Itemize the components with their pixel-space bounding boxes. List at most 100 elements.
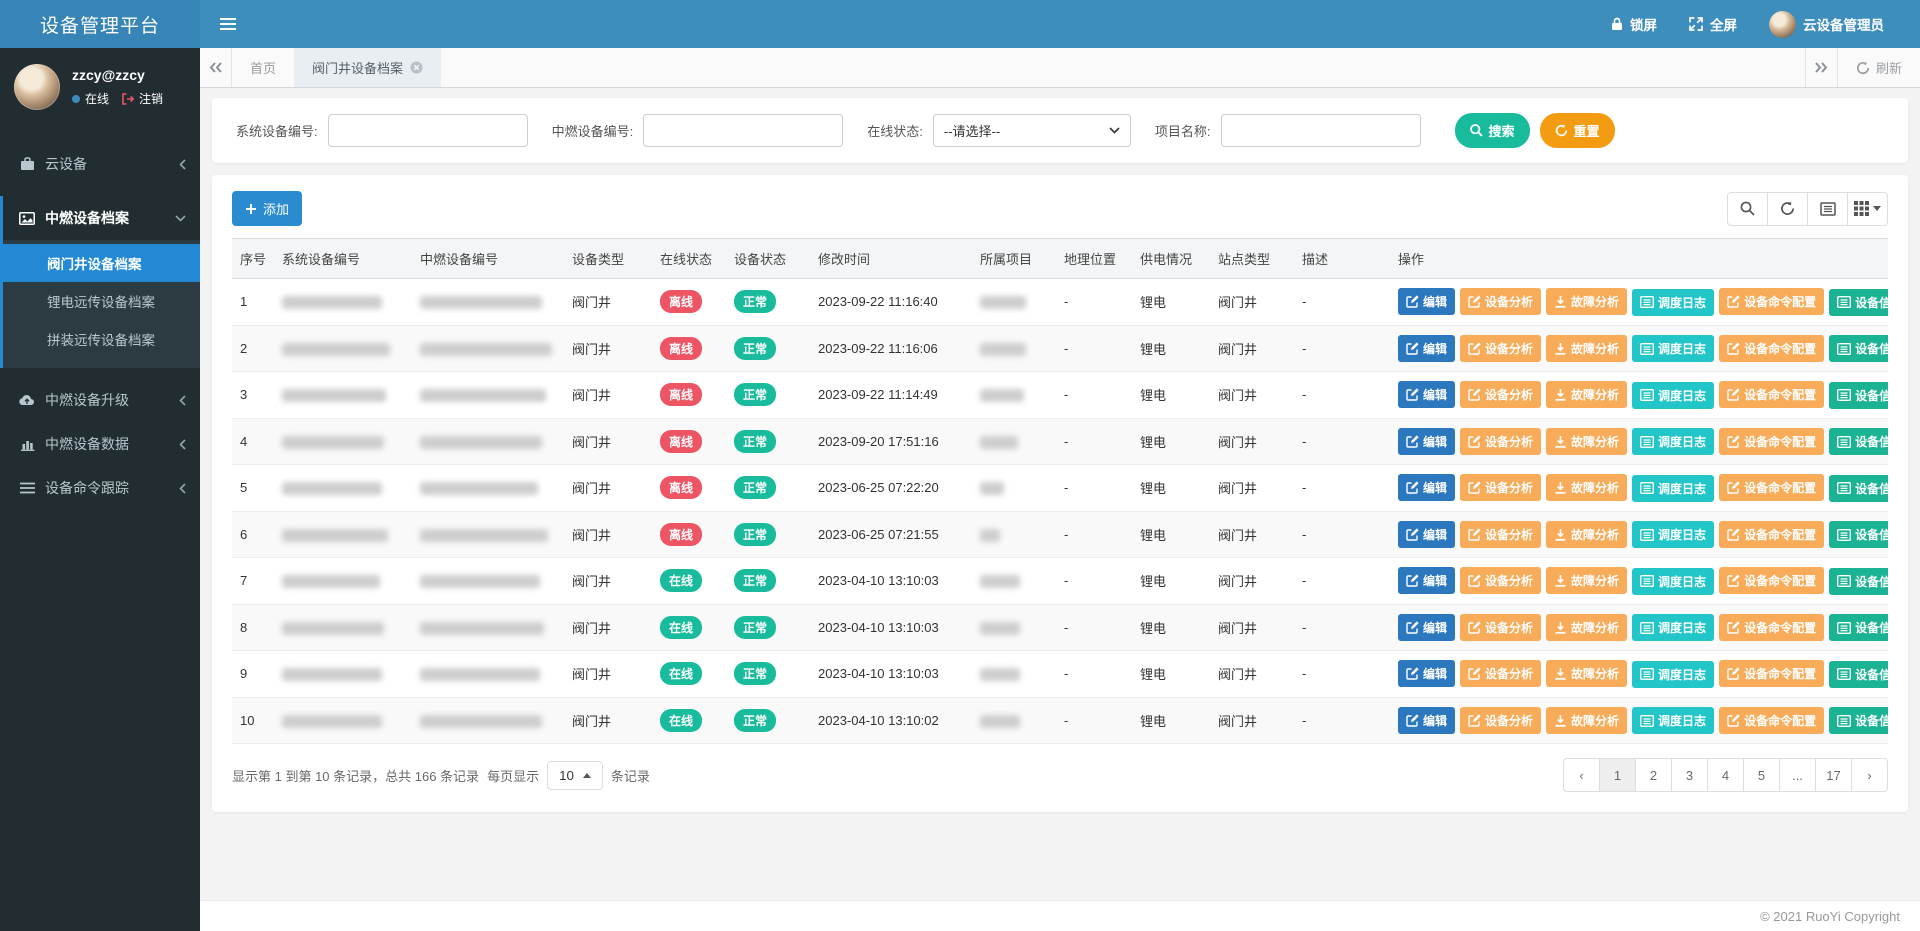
system-device-no-field[interactable] (328, 114, 528, 147)
edit-button[interactable]: 编辑 (1398, 288, 1455, 315)
table-columns-button[interactable] (1847, 192, 1888, 226)
edit-button[interactable]: 编辑 (1398, 567, 1455, 594)
sidebar-item-cloud-device[interactable]: 云设备 (3, 142, 200, 186)
dispatch-log-button[interactable]: 调度日志 (1632, 289, 1714, 316)
dispatch-log-button[interactable]: 调度日志 (1632, 614, 1714, 641)
device-info-button[interactable]: 设备信息 (1829, 614, 1888, 641)
per-page-select[interactable]: 10 (547, 761, 603, 790)
device-command-config-button[interactable]: 设备命令配置 (1719, 474, 1824, 501)
tabs-scroll-left-button[interactable] (200, 48, 232, 87)
previous-page-button[interactable]: ‹ (1563, 758, 1600, 792)
page-button-5[interactable]: 5 (1743, 758, 1780, 792)
app-logo[interactable]: 设备管理平台 (0, 0, 200, 48)
device-command-config-button[interactable]: 设备命令配置 (1719, 428, 1824, 455)
user-menu[interactable]: 云设备管理员 (1753, 0, 1900, 48)
fault-analysis-button[interactable]: 故障分析 (1546, 567, 1627, 594)
fault-analysis-button[interactable]: 故障分析 (1546, 428, 1627, 455)
sidebar-item-zhongran-device-archive[interactable]: 中燃设备档案 (3, 196, 200, 240)
device-analysis-button[interactable]: 设备分析 (1460, 428, 1541, 455)
edit-button[interactable]: 编辑 (1398, 474, 1455, 501)
dispatch-log-button[interactable]: 调度日志 (1632, 568, 1714, 595)
fault-analysis-button[interactable]: 故障分析 (1546, 521, 1627, 548)
edit-button[interactable]: 编辑 (1398, 614, 1455, 641)
sidebar-item-zhongran-device-data[interactable]: 中燃设备数据 (3, 422, 200, 466)
edit-button[interactable]: 编辑 (1398, 707, 1455, 734)
device-command-config-button[interactable]: 设备命令配置 (1719, 335, 1824, 362)
next-page-button[interactable]: › (1851, 758, 1888, 792)
tab-valve-well-archive[interactable]: 阀门井设备档案 (294, 48, 441, 87)
device-info-button[interactable]: 设备信息 (1829, 521, 1888, 548)
sidebar-subitem-lithium-remote-archive[interactable]: 锂电远传设备档案 (3, 282, 200, 320)
device-analysis-button[interactable]: 设备分析 (1460, 614, 1541, 641)
close-circle-icon[interactable] (410, 61, 423, 74)
logout-link[interactable]: 注销 (139, 90, 163, 107)
table-refresh-button[interactable] (1767, 192, 1808, 226)
table-detail-view-button[interactable] (1807, 192, 1848, 226)
edit-button[interactable]: 编辑 (1398, 335, 1455, 362)
refresh-tab-button[interactable]: 刷新 (1837, 48, 1920, 87)
device-analysis-button[interactable]: 设备分析 (1460, 335, 1541, 362)
sidebar-item-zhongran-device-upgrade[interactable]: 中燃设备升级 (3, 378, 200, 422)
device-info-button[interactable]: 设备信息 (1829, 428, 1888, 455)
fault-analysis-button[interactable]: 故障分析 (1546, 288, 1627, 315)
dispatch-log-button[interactable]: 调度日志 (1632, 428, 1714, 455)
project-name-field[interactable] (1221, 114, 1421, 147)
device-analysis-button[interactable]: 设备分析 (1460, 288, 1541, 315)
dispatch-log-button[interactable]: 调度日志 (1632, 335, 1714, 362)
fault-analysis-button[interactable]: 故障分析 (1546, 335, 1627, 362)
online-status-select[interactable]: --请选择-- (933, 114, 1131, 147)
page-button-17[interactable]: 17 (1815, 758, 1852, 792)
device-info-button[interactable]: 设备信息 (1829, 475, 1888, 502)
device-analysis-button[interactable]: 设备分析 (1460, 567, 1541, 594)
device-info-button[interactable]: 设备信息 (1829, 335, 1888, 362)
page-button-3[interactable]: 3 (1671, 758, 1708, 792)
page-button-2[interactable]: 2 (1635, 758, 1672, 792)
device-command-config-button[interactable]: 设备命令配置 (1719, 288, 1824, 315)
dispatch-log-button[interactable]: 调度日志 (1632, 475, 1714, 502)
page-button-4[interactable]: 4 (1707, 758, 1744, 792)
fault-analysis-button[interactable]: 故障分析 (1546, 474, 1627, 501)
fault-analysis-button[interactable]: 故障分析 (1546, 381, 1627, 408)
online-status-link[interactable]: 在线 (85, 90, 109, 107)
reset-button[interactable]: 重置 (1540, 113, 1615, 148)
fault-analysis-button[interactable]: 故障分析 (1546, 707, 1627, 734)
device-info-button[interactable]: 设备信息 (1829, 289, 1888, 316)
device-analysis-button[interactable]: 设备分析 (1460, 474, 1541, 501)
sidebar-subitem-assembled-remote-archive[interactable]: 拼装远传设备档案 (3, 320, 200, 358)
page-button-1[interactable]: 1 (1599, 758, 1636, 792)
edit-button[interactable]: 编辑 (1398, 381, 1455, 408)
fullscreen-button[interactable]: 全屏 (1673, 0, 1753, 48)
dispatch-log-button[interactable]: 调度日志 (1632, 707, 1714, 734)
device-info-button[interactable]: 设备信息 (1829, 707, 1888, 734)
sidebar-toggle-button[interactable] (200, 0, 256, 48)
search-button[interactable]: 搜索 (1455, 113, 1530, 148)
device-analysis-button[interactable]: 设备分析 (1460, 521, 1541, 548)
sidebar-subitem-valve-well-archive[interactable]: 阀门井设备档案 (3, 244, 200, 282)
dispatch-log-button[interactable]: 调度日志 (1632, 382, 1714, 409)
sidebar-item-device-command-tracking[interactable]: 设备命令跟踪 (3, 466, 200, 510)
dispatch-log-button[interactable]: 调度日志 (1632, 661, 1714, 688)
add-button[interactable]: 添加 (232, 191, 302, 226)
device-command-config-button[interactable]: 设备命令配置 (1719, 614, 1824, 641)
tab-home[interactable]: 首页 (232, 48, 294, 87)
device-command-config-button[interactable]: 设备命令配置 (1719, 381, 1824, 408)
edit-button[interactable]: 编辑 (1398, 428, 1455, 455)
device-command-config-button[interactable]: 设备命令配置 (1719, 521, 1824, 548)
lock-screen-button[interactable]: 锁屏 (1595, 0, 1673, 48)
device-command-config-button[interactable]: 设备命令配置 (1719, 707, 1824, 734)
edit-button[interactable]: 编辑 (1398, 521, 1455, 548)
device-command-config-button[interactable]: 设备命令配置 (1719, 660, 1824, 687)
device-analysis-button[interactable]: 设备分析 (1460, 381, 1541, 408)
device-info-button[interactable]: 设备信息 (1829, 382, 1888, 409)
device-command-config-button[interactable]: 设备命令配置 (1719, 567, 1824, 594)
tabs-scroll-right-button[interactable] (1805, 48, 1837, 87)
device-analysis-button[interactable]: 设备分析 (1460, 660, 1541, 687)
fault-analysis-button[interactable]: 故障分析 (1546, 614, 1627, 641)
zhongran-device-no-field[interactable] (643, 114, 843, 147)
fault-analysis-button[interactable]: 故障分析 (1546, 660, 1627, 687)
device-info-button[interactable]: 设备信息 (1829, 568, 1888, 595)
device-analysis-button[interactable]: 设备分析 (1460, 707, 1541, 734)
edit-button[interactable]: 编辑 (1398, 660, 1455, 687)
table-search-toggle-button[interactable] (1727, 192, 1768, 226)
device-info-button[interactable]: 设备信息 (1829, 661, 1888, 688)
